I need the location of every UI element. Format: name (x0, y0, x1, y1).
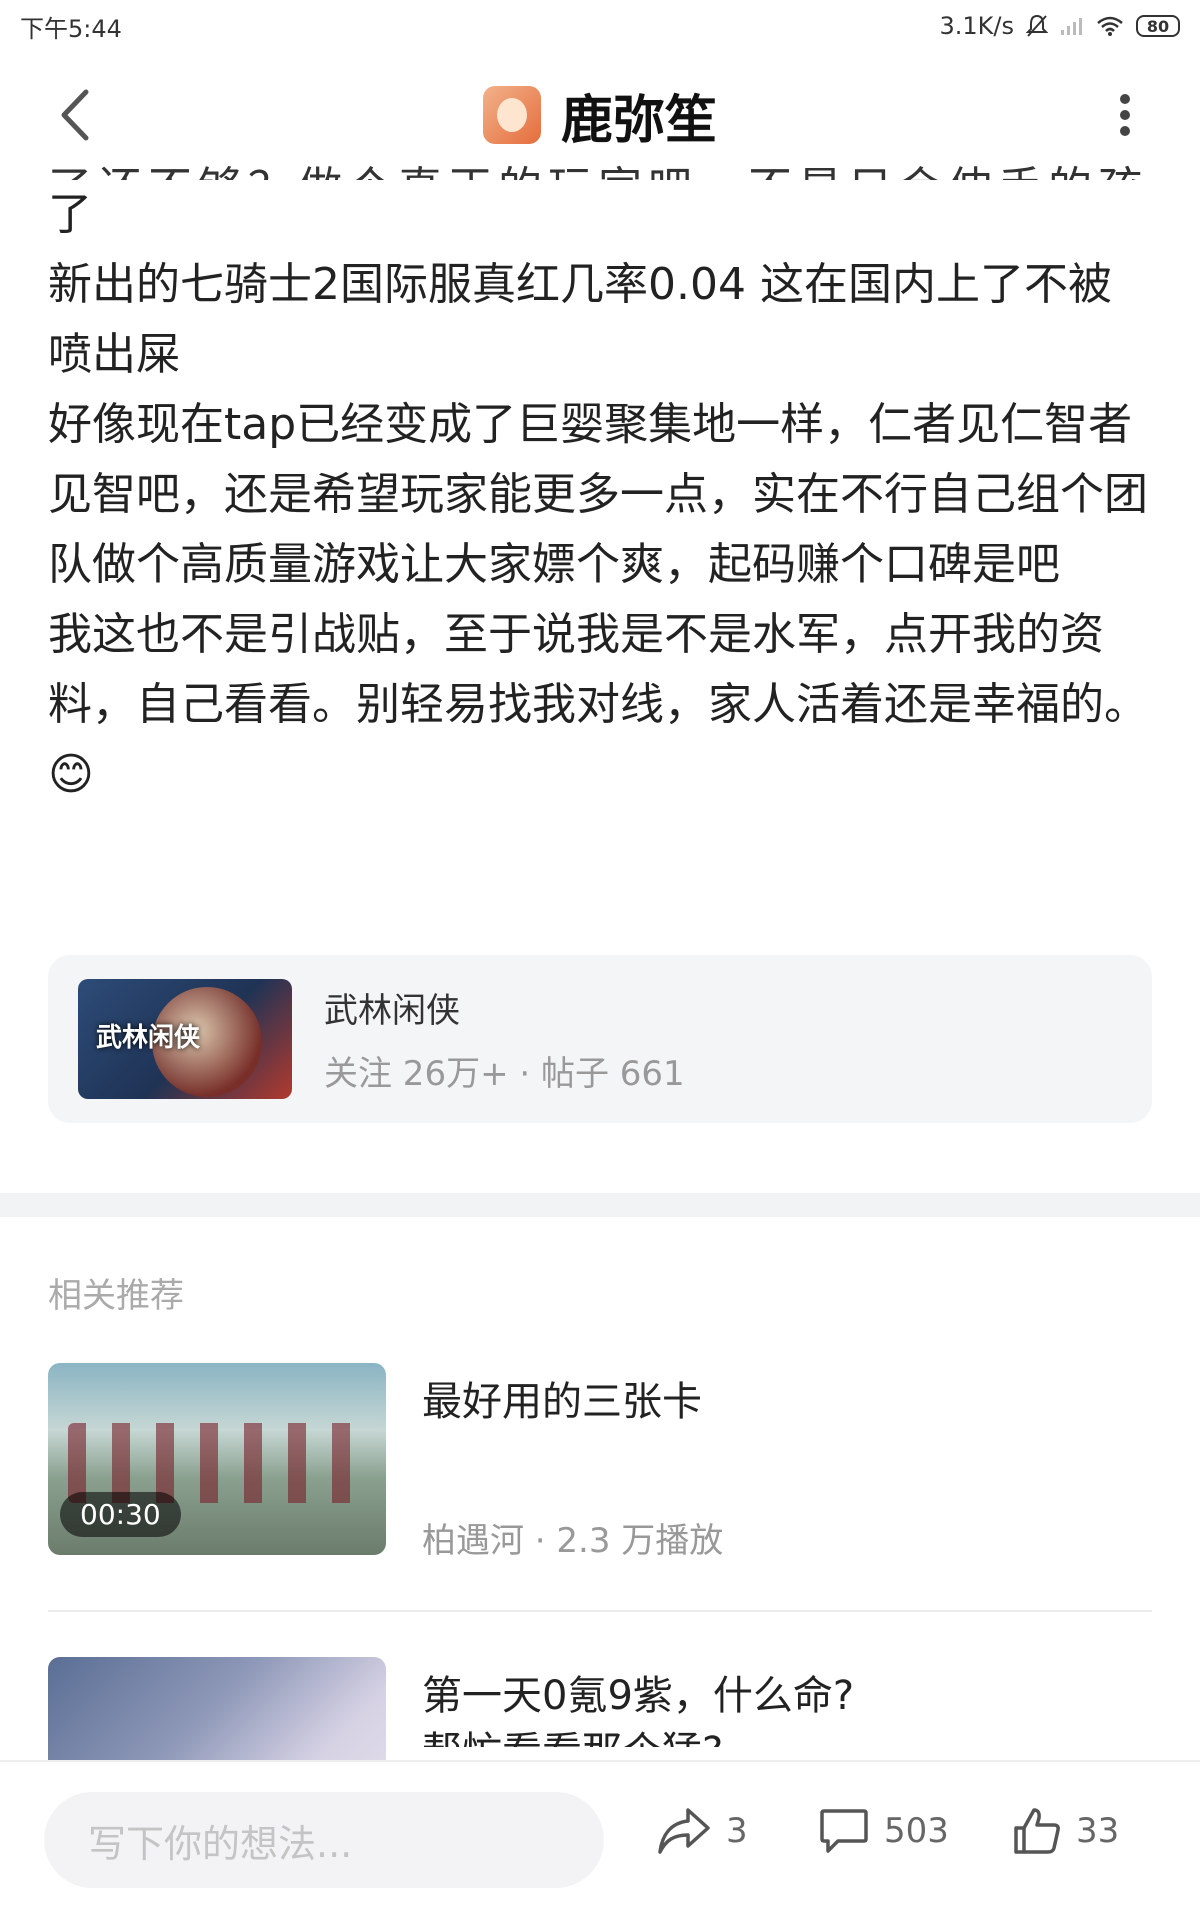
forum-name: 武林闲侠 (324, 991, 460, 1031)
comment-count: 503 (884, 1811, 949, 1851)
comment-input[interactable]: 写下你的想法... (44, 1792, 604, 1888)
more-options-button[interactable] (1090, 80, 1160, 150)
back-button[interactable] (40, 80, 110, 150)
share-button[interactable]: 3 (656, 1806, 748, 1856)
bell-muted-icon (1026, 14, 1048, 38)
video-duration: 00:30 (60, 1492, 181, 1537)
post-cutoff-line: 了还不够？做个真正的玩家吧，不是只会伸手的孩子 (48, 154, 1148, 180)
image-thumbnail (48, 1657, 386, 1760)
post-content: 了还不够？做个真正的玩家吧，不是只会伸手的孩子 了 新出的七骑士2国际服真红几率… (48, 160, 1148, 810)
section-divider (0, 1193, 1200, 1217)
like-button[interactable]: 33 (1012, 1806, 1119, 1856)
more-vertical-icon (1120, 94, 1130, 136)
item-subtitle: 帮忙看看那个猛? (422, 1719, 723, 1747)
post-paragraph: 我这也不是引战贴，至于说我是不是水军，点开我的资料，自己看看。别轻易找我对线，家… (48, 609, 1148, 800)
post-paragraph: 好像现在tap已经变成了巨婴聚集地一样，仁者见仁智者见智吧，还是希望玩家能更多一… (48, 399, 1148, 590)
item-title: 最好用的三张卡 (422, 1379, 702, 1425)
comment-icon (820, 1809, 868, 1853)
post-paragraph: 新出的七骑士2国际服真红几率0.04 这在国内上了不被喷出屎 (48, 259, 1112, 380)
list-item[interactable]: 第一天0氪9紫，什么命? 帮忙看看那个猛? (48, 1657, 1152, 1760)
forum-thumbnail: 武林闲侠 (78, 979, 292, 1099)
status-time: 下午5:44 (20, 14, 122, 43)
share-count: 3 (726, 1811, 748, 1851)
status-bar: 下午5:44 3.1K/s 80 (0, 0, 1200, 52)
share-icon (658, 1808, 710, 1854)
list-item[interactable]: 00:30 最好用的三张卡 柏遇河 · 2.3 万播放 (48, 1363, 1152, 1561)
thumbnail-figures (68, 1423, 358, 1503)
forum-stats: 关注 26万+ · 帖子 661 (324, 1054, 685, 1094)
chevron-left-icon (61, 89, 89, 141)
section-title: 相关推荐 (48, 1276, 184, 1316)
wifi-icon (1096, 15, 1124, 37)
forum-info: 武林闲侠 关注 26万+ · 帖子 661 (324, 983, 685, 1095)
bottom-bar: 写下你的想法... 3 503 33 (0, 1760, 1200, 1922)
battery-indicator: 80 (1136, 15, 1180, 37)
forum-thumbnail-logo: 武林闲侠 (96, 1023, 201, 1053)
page-title: 鹿弥笙 (560, 90, 717, 151)
like-count: 33 (1076, 1811, 1120, 1851)
signal-icon (1060, 16, 1084, 36)
video-thumbnail: 00:30 (48, 1363, 386, 1555)
status-indicators: 3.1K/s 80 (939, 12, 1180, 40)
thumbs-up-icon (1014, 1808, 1060, 1854)
network-speed: 3.1K/s (939, 12, 1015, 40)
avatar[interactable] (482, 86, 541, 144)
item-meta: 柏遇河 · 2.3 万播放 (422, 1521, 724, 1561)
comment-button[interactable]: 503 (818, 1806, 949, 1856)
post-paragraph: 了 (48, 189, 92, 240)
forum-card[interactable]: 武林闲侠 武林闲侠 关注 26万+ · 帖子 661 (48, 955, 1152, 1123)
author-info[interactable]: 鹿弥笙 (482, 78, 717, 153)
list-divider (48, 1610, 1152, 1612)
item-title: 第一天0氪9紫，什么命? (422, 1673, 855, 1719)
